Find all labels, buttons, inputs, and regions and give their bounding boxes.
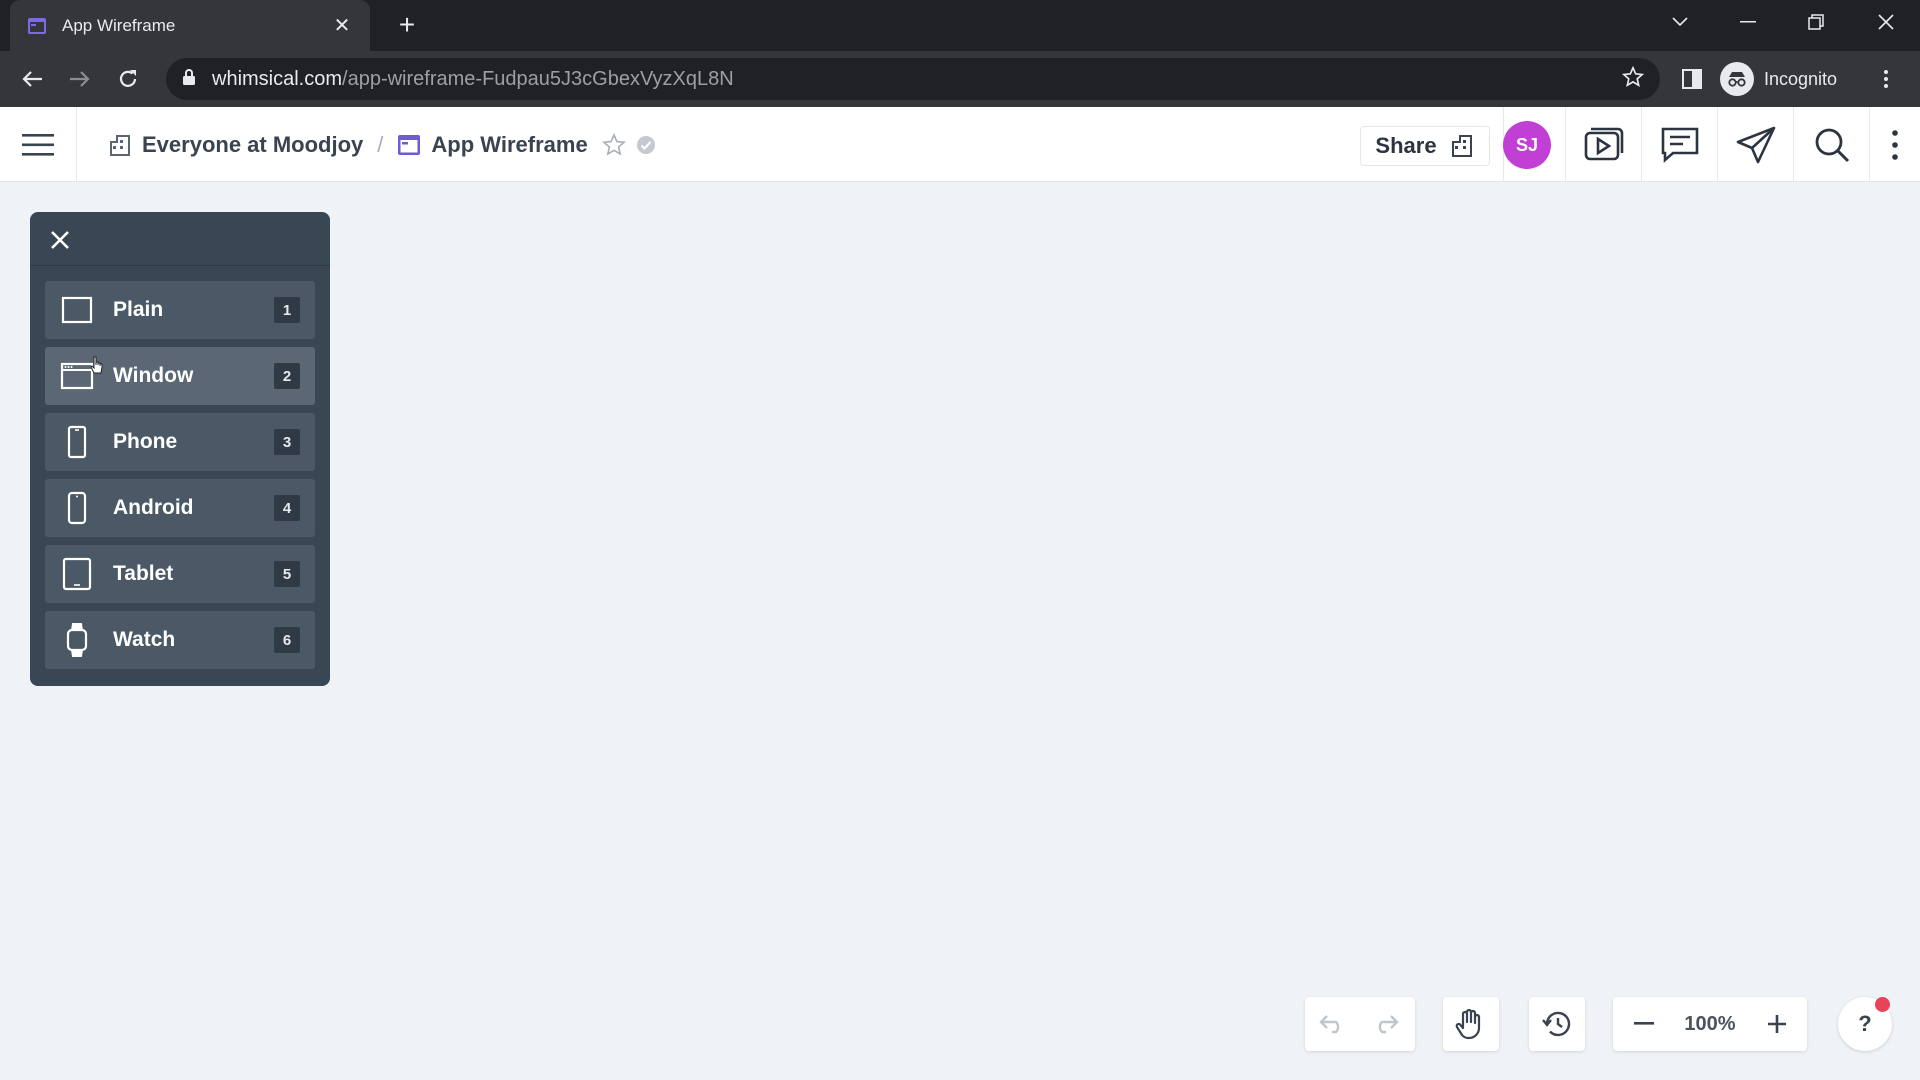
- close-window-icon[interactable]: [1858, 0, 1914, 44]
- zoom-in-icon[interactable]: [1746, 997, 1807, 1051]
- close-panel-icon[interactable]: [46, 226, 74, 254]
- undo-redo-group: [1305, 997, 1415, 1051]
- verified-check-icon[interactable]: [636, 135, 656, 155]
- shortcut-key: 3: [274, 429, 300, 455]
- frame-option-label: Tablet: [113, 562, 174, 585]
- url-path: /app-wireframe-Fudpau5J3cGbexVyzXqL8N: [342, 67, 734, 90]
- minimize-icon[interactable]: [1720, 0, 1776, 44]
- incognito-indicator[interactable]: Incognito: [1720, 58, 1837, 100]
- address-bar[interactable]: whimsical.com/app-wireframe-Fudpau5J3cGb…: [166, 58, 1660, 100]
- wireframe-doc-icon: [397, 134, 421, 156]
- present-icon[interactable]: [1566, 107, 1642, 182]
- browser-menu-icon[interactable]: [1868, 61, 1904, 97]
- new-tab-button[interactable]: +: [390, 8, 424, 42]
- search-icon[interactable]: [1794, 107, 1870, 182]
- shortcut-key: 4: [274, 495, 300, 521]
- frames-panel-header: [30, 212, 330, 266]
- zoom-out-icon[interactable]: [1613, 997, 1674, 1051]
- breadcrumb-separator: /: [377, 131, 384, 157]
- restore-icon[interactable]: [1788, 0, 1844, 44]
- phone-icon: [45, 425, 109, 459]
- hamburger-menu-icon[interactable]: [18, 127, 58, 163]
- tablet-icon: [45, 557, 109, 591]
- send-icon[interactable]: [1718, 107, 1794, 182]
- frame-option-label: Phone: [113, 430, 178, 453]
- tab-search-icon[interactable]: [1652, 0, 1708, 44]
- more-options-icon[interactable]: [1870, 107, 1920, 182]
- share-label: Share: [1375, 133, 1437, 158]
- breadcrumb-workspace[interactable]: Everyone at Moodjoy: [142, 132, 363, 158]
- watch-icon: [45, 622, 109, 658]
- zoom-controls: 100%: [1613, 997, 1807, 1051]
- avatar[interactable]: SJ: [1503, 121, 1551, 169]
- lock-icon[interactable]: [182, 68, 196, 91]
- browser-tab-bar: App Wireframe ✕ +: [0, 0, 1920, 51]
- back-icon[interactable]: [14, 61, 50, 97]
- frame-option-tablet[interactable]: Tablet 5: [45, 545, 315, 603]
- whimsical-wireframe-icon: [26, 16, 48, 36]
- shortcut-key: 2: [274, 363, 300, 389]
- frame-option-android[interactable]: Android 4: [45, 479, 315, 537]
- reload-icon[interactable]: [110, 61, 146, 97]
- frame-option-label: Watch: [113, 628, 176, 651]
- android-phone-icon: [45, 491, 109, 525]
- frame-option-phone[interactable]: Phone 3: [45, 413, 315, 471]
- frame-option-watch[interactable]: Watch 6: [45, 611, 315, 669]
- share-team-icon: [1451, 135, 1472, 157]
- hand-tool-group: [1443, 997, 1499, 1051]
- frame-option-label: Window: [113, 364, 194, 387]
- shortcut-key: 5: [274, 561, 300, 587]
- tab-close-icon[interactable]: ✕: [330, 13, 354, 38]
- share-button[interactable]: Share: [1360, 126, 1490, 166]
- rectangle-icon: [45, 296, 109, 324]
- frame-option-window[interactable]: Window 2: [45, 347, 315, 405]
- incognito-icon: [1720, 62, 1754, 96]
- mouse-cursor-icon: [90, 356, 106, 381]
- comments-icon[interactable]: [1642, 107, 1718, 182]
- undo-icon[interactable]: [1305, 997, 1359, 1051]
- header-divider: [76, 107, 77, 182]
- incognito-label: Incognito: [1764, 68, 1838, 89]
- frame-option-label: Plain: [113, 298, 164, 321]
- building-icon: [108, 133, 132, 157]
- bookmark-star-icon[interactable]: [1621, 65, 1645, 93]
- forward-icon[interactable]: [62, 61, 98, 97]
- frame-option-plain[interactable]: Plain 1: [45, 281, 315, 339]
- document-title[interactable]: App Wireframe: [431, 132, 587, 158]
- zoom-level[interactable]: 100%: [1674, 1013, 1746, 1036]
- history-group: [1529, 997, 1585, 1051]
- url-host: whimsical.com: [212, 67, 343, 90]
- browser-tab[interactable]: App Wireframe ✕: [10, 0, 370, 51]
- tab-title: App Wireframe: [62, 15, 176, 35]
- hand-tool-icon[interactable]: [1443, 997, 1497, 1051]
- history-icon[interactable]: [1529, 997, 1583, 1051]
- shortcut-key: 6: [274, 627, 300, 653]
- favorite-star-icon[interactable]: [601, 132, 626, 157]
- breadcrumb: Everyone at Moodjoy / App Wireframe: [108, 107, 656, 182]
- notification-dot: [1875, 997, 1890, 1012]
- frame-option-label: Android: [113, 496, 194, 519]
- side-panel-icon[interactable]: [1674, 61, 1710, 97]
- frames-panel: Plain 1 Window 2 Phone 3 Android 4 Table…: [30, 212, 330, 686]
- shortcut-key: 1: [274, 297, 300, 323]
- browser-toolbar: whimsical.com/app-wireframe-Fudpau5J3cGb…: [0, 51, 1920, 107]
- redo-icon[interactable]: [1359, 997, 1413, 1051]
